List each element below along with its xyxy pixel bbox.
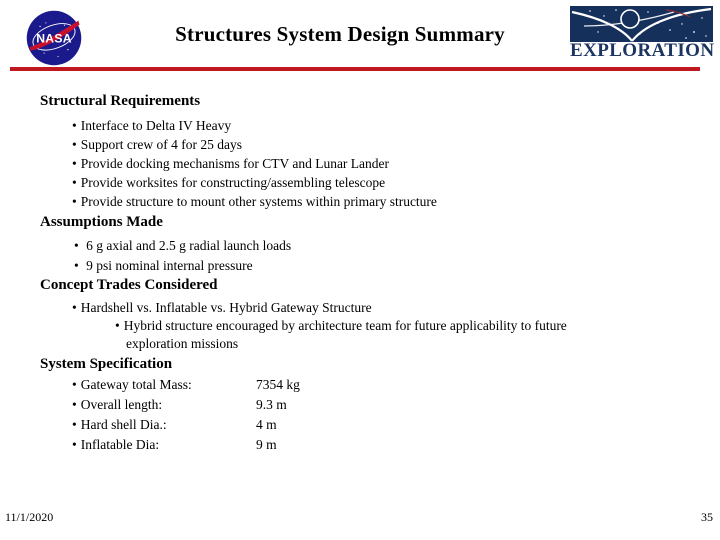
spec-row: • Overall length: 9.3 m	[72, 397, 287, 413]
bullet-text: Interface to Delta IV Heavy	[80, 118, 232, 133]
svg-text:NASA: NASA	[36, 32, 72, 46]
bullet-glyph: •	[72, 194, 77, 209]
bullet-item: • 9 psi nominal internal pressure	[74, 258, 253, 274]
bullet-glyph: •	[72, 377, 77, 392]
heading-system-specification: System Specification	[40, 356, 173, 372]
spec-row: • Hard shell Dia.: 4 m	[72, 417, 277, 433]
spec-value: 9.3 m	[256, 397, 287, 412]
sub-bullet-text-line2: exploration missions	[126, 336, 239, 351]
exploration-logo: EXPLORATION	[570, 6, 715, 62]
exploration-wordmark: EXPLORATION	[570, 40, 715, 61]
bullet-item: • Provide structure to mount other system…	[72, 194, 437, 210]
bullet-text: 9 psi nominal internal pressure	[86, 258, 253, 273]
footer-date: 11/1/2020	[5, 510, 54, 524]
heading-concept-trades-considered: Concept Trades Considered	[40, 277, 218, 293]
nasa-meatball-icon: NASA	[22, 9, 86, 67]
spec-value: 4 m	[256, 417, 277, 432]
bullet-text: Provide worksites for constructing/assem…	[80, 175, 386, 190]
bullet-text: Provide structure to mount other systems…	[80, 194, 437, 209]
bullet-glyph: •	[72, 156, 77, 171]
bullet-glyph: •	[72, 417, 77, 432]
page-title: Structures System Design Summary	[175, 22, 505, 46]
spec-row: • Inflatable Dia: 9 m	[72, 437, 277, 453]
spec-label-text: Hard shell Dia.:	[80, 417, 167, 432]
spec-label: • Gateway total Mass:	[72, 377, 256, 393]
sub-bullet-text-line1: Hybrid structure encouraged by architect…	[123, 318, 567, 333]
bullet-item: • 6 g axial and 2.5 g radial launch load…	[74, 238, 291, 254]
bullet-text: 6 g axial and 2.5 g radial launch loads	[86, 238, 292, 253]
bullet-glyph: •	[72, 175, 77, 190]
spec-label: • Inflatable Dia:	[72, 437, 256, 453]
bullet-glyph: •	[72, 397, 77, 412]
bullet-glyph: •	[72, 137, 77, 152]
footer-page-number: 35	[701, 510, 713, 524]
bullet-text: Support crew of 4 for 25 days	[80, 137, 242, 152]
spec-label-text: Inflatable Dia:	[80, 437, 160, 452]
spec-value: 7354 kg	[256, 377, 300, 392]
spec-label-text: Overall length:	[80, 397, 163, 412]
spec-label: • Hard shell Dia.:	[72, 417, 256, 433]
bullet-item: • Provide docking mechanisms for CTV and …	[72, 156, 389, 172]
bullet-item: • Provide worksites for constructing/asse…	[72, 175, 385, 191]
bullet-item: • Hardshell vs. Inflatable vs. Hybrid Gat…	[72, 300, 372, 316]
bullet-glyph: •	[115, 318, 120, 333]
bullet-glyph: •	[72, 300, 77, 315]
slide-canvas: NASA Structures System Design Summary EX…	[0, 0, 720, 540]
heading-assumptions-made: Assumptions Made	[40, 214, 163, 230]
spec-label-text: Gateway total Mass:	[80, 377, 192, 392]
heading-structural-requirements: Structural Requirements	[40, 93, 201, 109]
bullet-glyph: •	[72, 118, 77, 133]
bullet-text: Hardshell vs. Inflatable vs. Hybrid Gate…	[80, 300, 372, 315]
bullet-glyph: •	[74, 258, 79, 273]
bullet-glyph: •	[72, 437, 77, 452]
bullet-text: Provide docking mechanisms for CTV and L…	[80, 156, 390, 171]
exploration-logo-graphic	[570, 6, 713, 42]
spec-row: • Gateway total Mass: 7354 kg	[72, 377, 300, 393]
sub-bullet-item: • Hybrid structure encouraged by architec…	[115, 318, 567, 334]
spec-value: 9 m	[256, 437, 277, 452]
bullet-item: • Support crew of 4 for 25 days	[72, 137, 242, 153]
bullet-item: • Interface to Delta IV Heavy	[72, 118, 231, 134]
header-divider-rule	[10, 67, 700, 71]
bullet-glyph: •	[74, 238, 79, 253]
spec-label: • Overall length:	[72, 397, 256, 413]
